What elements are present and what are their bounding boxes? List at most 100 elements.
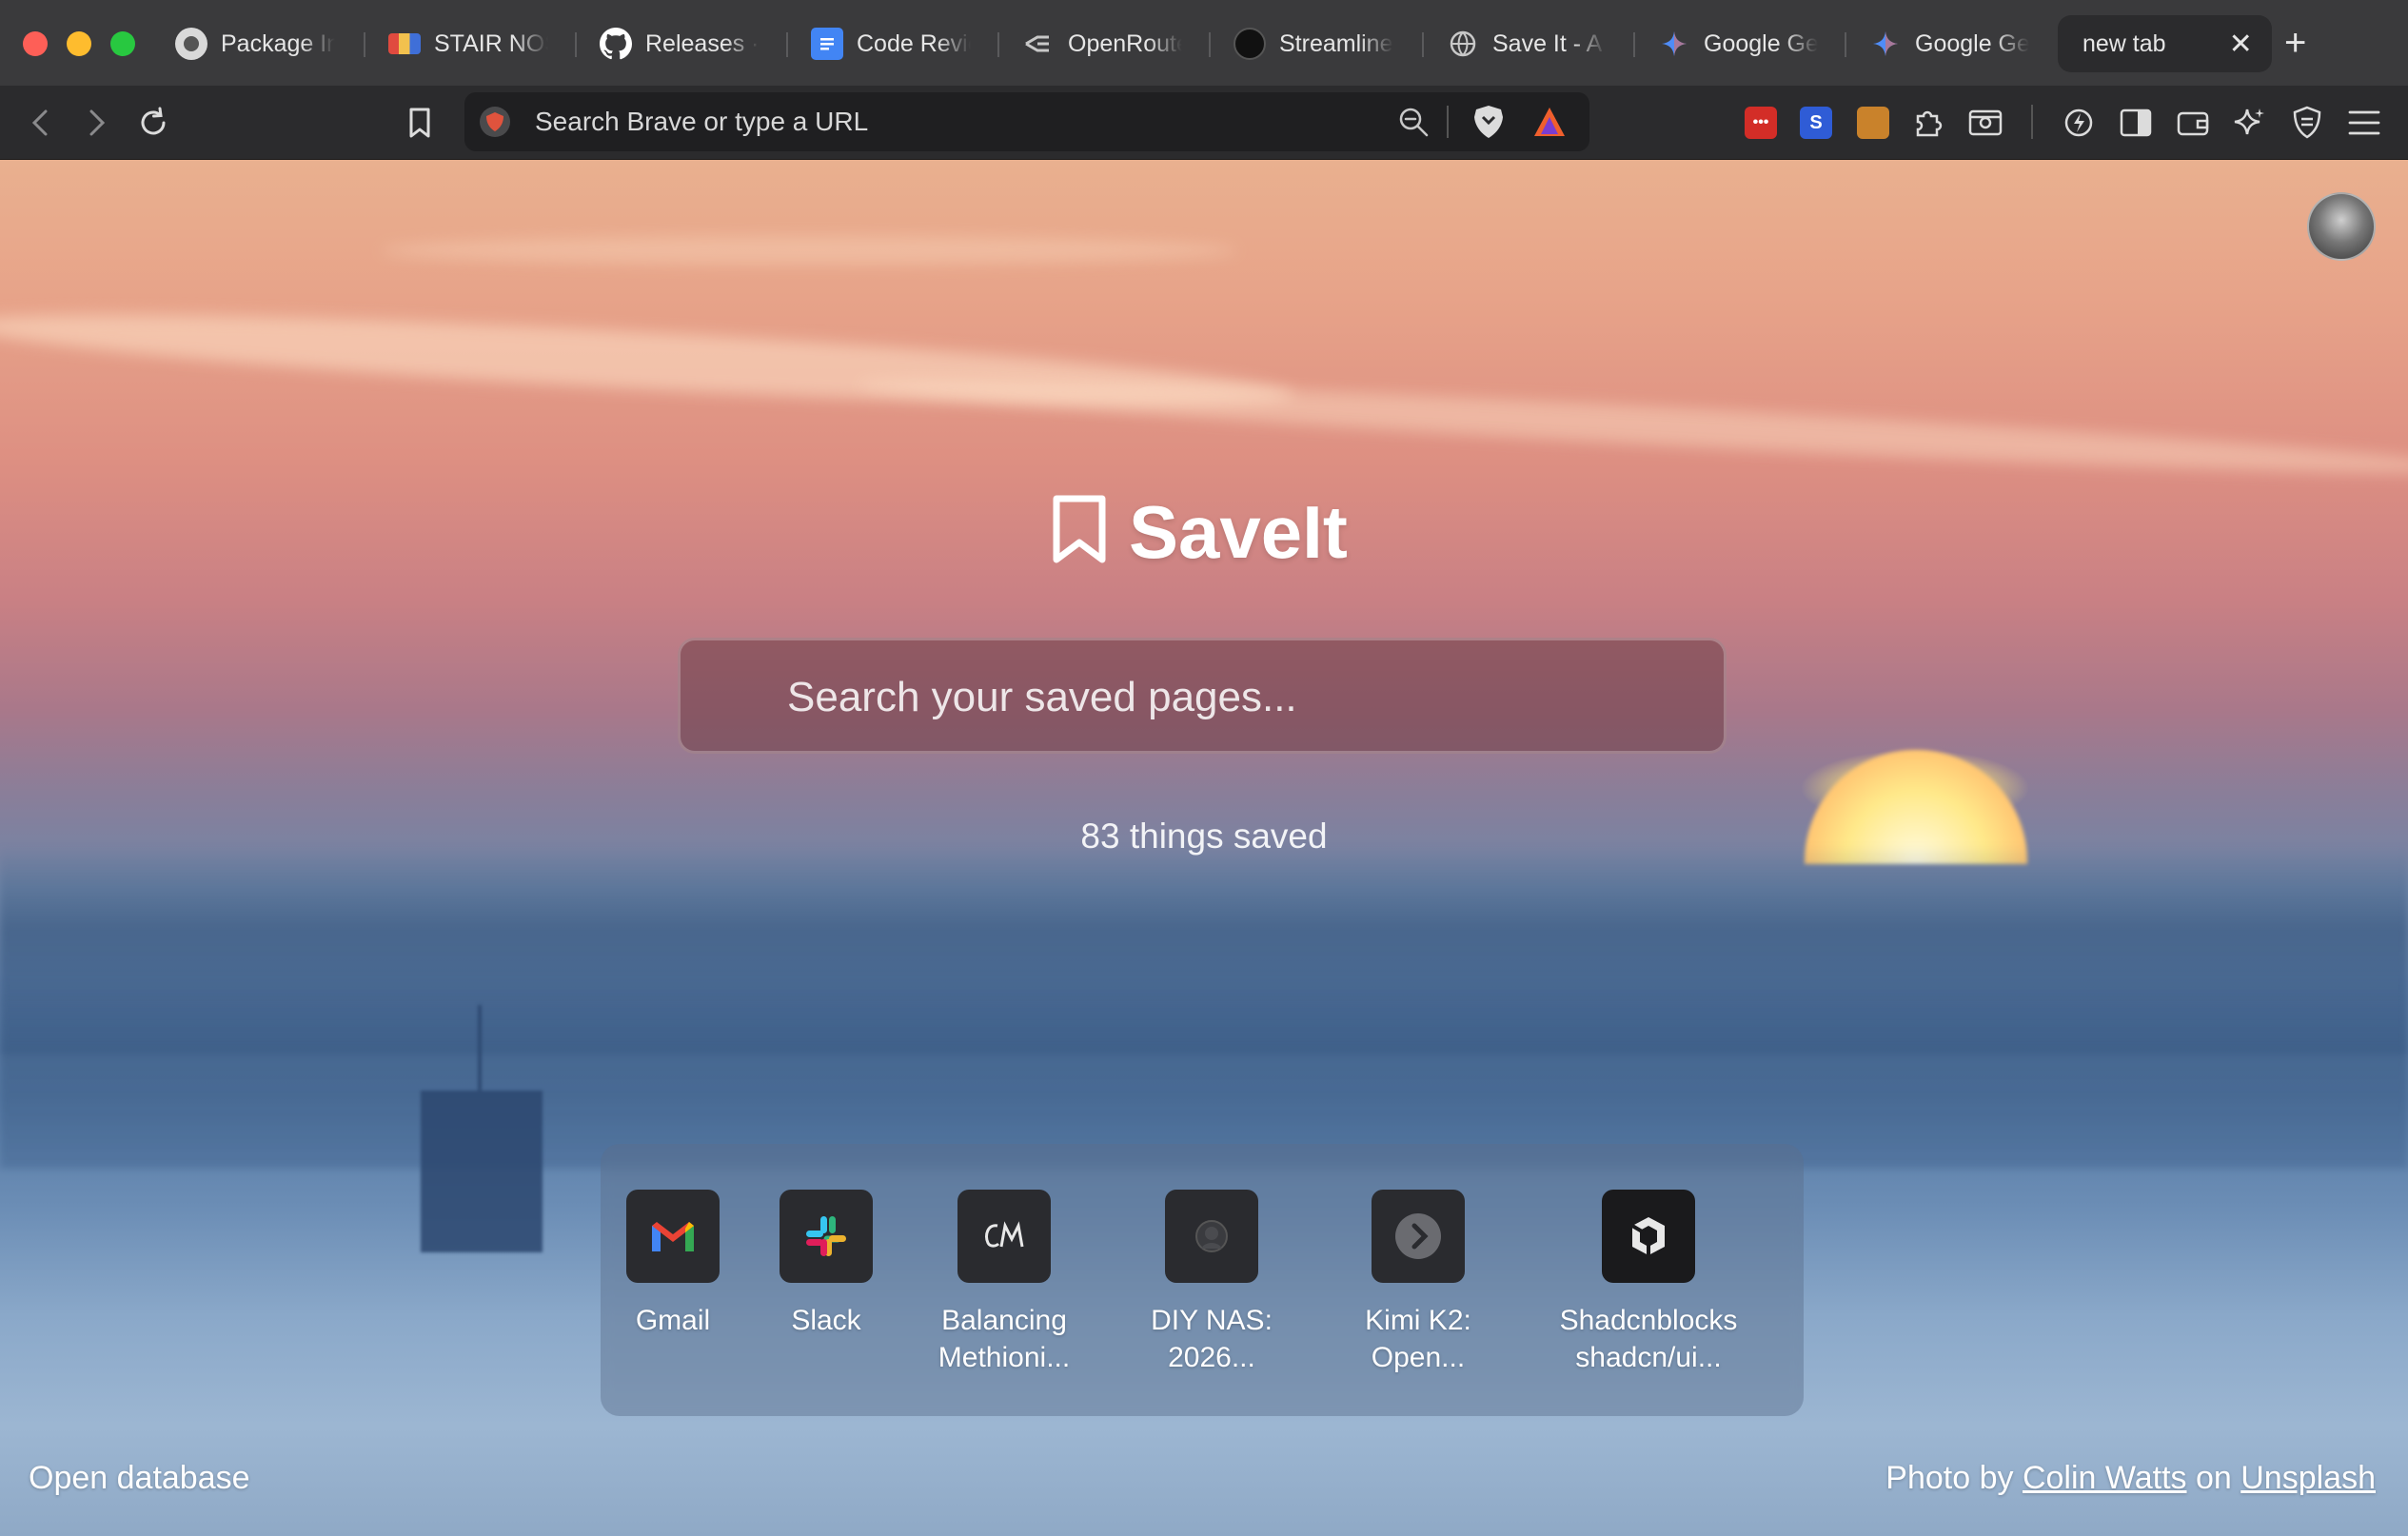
new-tab-page: SaveIt 83 things saved Gmail Slack bbox=[0, 160, 2408, 1536]
shortcut-balancing-methionine[interactable]: Balancing Methioni... bbox=[899, 1190, 1109, 1376]
shortcut-label: Kimi K2: Open... bbox=[1365, 1305, 1471, 1373]
urlbar-divider bbox=[1447, 106, 1449, 138]
package-favicon-icon bbox=[175, 28, 207, 60]
speedreader-icon[interactable] bbox=[2060, 104, 2098, 142]
gmail-icon bbox=[626, 1190, 720, 1283]
tab-save-it[interactable]: Save It - A bbox=[1447, 15, 1607, 72]
extension-lastpass-icon[interactable]: ••• bbox=[1742, 104, 1780, 142]
slack-icon bbox=[780, 1190, 873, 1283]
vpn-shield-icon[interactable] bbox=[2288, 104, 2326, 142]
gemini-icon bbox=[1869, 28, 1902, 60]
extension-s-icon[interactable]: S bbox=[1797, 104, 1835, 142]
shortcut-label: Slack bbox=[791, 1305, 861, 1336]
wallet-icon[interactable] bbox=[2174, 104, 2212, 142]
reload-button[interactable] bbox=[129, 99, 177, 147]
tab-streamline[interactable]: Streamline bbox=[1234, 15, 1393, 72]
background-treeline bbox=[0, 978, 2408, 1169]
site-info-icon[interactable] bbox=[480, 107, 510, 137]
forward-button[interactable] bbox=[72, 99, 120, 147]
saved-count: 83 things saved bbox=[1080, 817, 1328, 856]
leo-ai-icon[interactable] bbox=[2231, 104, 2269, 142]
shortcut-shadcnblocks[interactable]: Shadcnblocks shadcn/ui... bbox=[1544, 1190, 1753, 1376]
tab-label: STAIR NOS bbox=[434, 30, 548, 57]
user-avatar[interactable] bbox=[2307, 192, 2376, 261]
unsplash-link[interactable]: Unsplash bbox=[2240, 1460, 2376, 1496]
tab-openrouter[interactable]: OpenRoute bbox=[1022, 15, 1182, 72]
globe-icon bbox=[1447, 28, 1479, 60]
sidebar-toggle-icon[interactable] bbox=[2117, 104, 2155, 142]
tab-divider bbox=[1633, 32, 1635, 57]
openrouter-icon bbox=[1022, 28, 1055, 60]
browser-toolbar: ••• S bbox=[0, 86, 2408, 160]
shortcut-diy-nas[interactable]: DIY NAS: 2026... bbox=[1107, 1190, 1316, 1376]
photo-credit: Photo by Colin Watts on Unsplash bbox=[1885, 1460, 2376, 1496]
bookmark-button[interactable] bbox=[396, 99, 444, 147]
tab-divider bbox=[1422, 32, 1424, 57]
title-bar: Package In STAIR NOS Releases · Code Rev… bbox=[0, 0, 2408, 86]
brave-shields-icon[interactable] bbox=[1471, 104, 1506, 145]
tab-label: Save It - A bbox=[1492, 30, 1603, 57]
close-tab-icon[interactable]: ✕ bbox=[2229, 28, 2253, 61]
extensions-puzzle-icon[interactable] bbox=[1909, 104, 1947, 142]
tab-divider bbox=[575, 32, 577, 57]
docs-icon bbox=[811, 28, 843, 60]
streamline-icon bbox=[1234, 28, 1266, 60]
photographer-link[interactable]: Colin Watts bbox=[2023, 1460, 2187, 1496]
close-window-button[interactable] bbox=[23, 31, 48, 56]
zoom-icon[interactable] bbox=[1397, 106, 1430, 143]
saved-search-input[interactable] bbox=[787, 660, 1701, 736]
address-input[interactable] bbox=[535, 102, 1201, 142]
tab-google-gemini-1[interactable]: Google Ge bbox=[1658, 15, 1818, 72]
brand-logo: SaveIt bbox=[1051, 489, 1348, 575]
tab-label: Streamline bbox=[1279, 30, 1393, 57]
background-cloud bbox=[857, 364, 2408, 488]
toolbar-divider bbox=[2031, 105, 2033, 139]
reader-view-icon[interactable] bbox=[1966, 104, 2004, 142]
tab-label: Code Revie bbox=[857, 30, 971, 57]
nas-icon bbox=[1165, 1190, 1258, 1283]
tab-label: Package In bbox=[221, 30, 335, 57]
shortcut-label: Shadcnblocks shadcn/ui... bbox=[1559, 1305, 1738, 1373]
menu-hamburger-icon[interactable] bbox=[2345, 104, 2383, 142]
shortcut-kimi-k2[interactable]: Kimi K2: Open... bbox=[1313, 1190, 1523, 1376]
bookmark-icon bbox=[1051, 495, 1108, 570]
tab-label: Google Ge bbox=[1915, 30, 2029, 57]
tab-stair[interactable]: STAIR NOS bbox=[388, 15, 548, 72]
tab-new-tab-active[interactable]: new tab ✕ bbox=[2058, 15, 2272, 72]
background-church-tower bbox=[421, 1005, 543, 1252]
new-tab-button[interactable]: + bbox=[2284, 19, 2306, 67]
tab-divider bbox=[786, 32, 788, 57]
background-cloud bbox=[381, 236, 1237, 265]
tab-label: Releases · bbox=[645, 30, 760, 57]
cm-logo-icon bbox=[957, 1190, 1051, 1283]
github-icon bbox=[600, 28, 632, 60]
stair-favicon-icon bbox=[388, 33, 421, 54]
saved-search-box[interactable] bbox=[678, 638, 1727, 754]
tab-divider bbox=[364, 32, 365, 57]
tab-divider bbox=[997, 32, 999, 57]
brave-rewards-icon[interactable] bbox=[1532, 106, 1567, 143]
gemini-icon bbox=[1658, 28, 1690, 60]
tab-label: OpenRoute bbox=[1068, 30, 1182, 57]
back-button[interactable] bbox=[17, 99, 65, 147]
tab-code-review[interactable]: Code Revie bbox=[811, 15, 971, 72]
shortcut-label: Gmail bbox=[635, 1305, 711, 1336]
shadcnblocks-icon bbox=[1602, 1190, 1695, 1283]
chevron-right-icon bbox=[1372, 1190, 1465, 1283]
shortcut-label: DIY NAS: 2026... bbox=[1151, 1305, 1273, 1373]
tab-divider bbox=[1209, 32, 1211, 57]
address-bar[interactable] bbox=[464, 92, 1589, 151]
shortcuts-panel: Gmail Slack Balancing Methioni... DIY NA… bbox=[601, 1144, 1804, 1416]
extension-camel-icon[interactable] bbox=[1854, 104, 1892, 142]
tab-divider bbox=[1845, 32, 1846, 57]
tab-label: new tab bbox=[2082, 30, 2166, 57]
minimize-window-button[interactable] bbox=[67, 31, 91, 56]
tab-label: Google Ge bbox=[1704, 30, 1818, 57]
shortcut-label: Balancing Methioni... bbox=[938, 1305, 1071, 1373]
open-database-link[interactable]: Open database bbox=[29, 1460, 250, 1497]
tab-releases[interactable]: Releases · bbox=[600, 15, 760, 72]
tab-package[interactable]: Package In bbox=[175, 15, 335, 72]
tab-google-gemini-2[interactable]: Google Ge bbox=[1869, 15, 2029, 72]
brand-title: SaveIt bbox=[1129, 489, 1348, 574]
zoom-window-button[interactable] bbox=[110, 31, 135, 56]
